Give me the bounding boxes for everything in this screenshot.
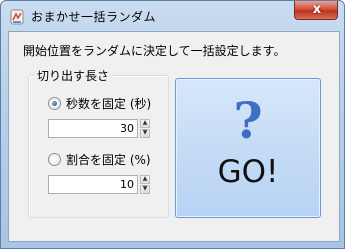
radio-fixed-seconds-label[interactable]: 秒数を固定 (秒) [66, 95, 151, 112]
radio-fixed-seconds[interactable] [48, 97, 61, 110]
app-icon [10, 9, 24, 25]
chevron-down-icon: ▼ [142, 185, 148, 192]
instruction-text: 開始位置をランダムに決定して一括設定します。 [23, 44, 286, 58]
go-button[interactable]: ? GO! [175, 78, 321, 218]
chevron-down-icon: ▼ [142, 129, 148, 136]
seconds-input[interactable] [50, 120, 136, 137]
title-bar[interactable]: おまかせ一括ランダム x [1, 1, 344, 33]
groupbox-label: 切り出す長さ [34, 67, 113, 84]
go-button-label: GO! [217, 154, 279, 190]
percent-input[interactable] [50, 176, 136, 193]
seconds-input-field[interactable] [48, 119, 138, 138]
close-button[interactable]: x [294, 1, 338, 20]
seconds-spin-down[interactable]: ▼ [140, 129, 150, 138]
percent-input-field[interactable] [48, 175, 138, 194]
percent-spin-down[interactable]: ▼ [140, 185, 150, 194]
window-title: おまかせ一括ランダム [31, 10, 157, 24]
radio-fixed-percent[interactable] [48, 153, 61, 166]
question-mark-icon: ? [233, 91, 263, 150]
close-icon: x [312, 2, 322, 17]
radio-fixed-percent-label[interactable]: 割合を固定 (%) [66, 151, 151, 168]
